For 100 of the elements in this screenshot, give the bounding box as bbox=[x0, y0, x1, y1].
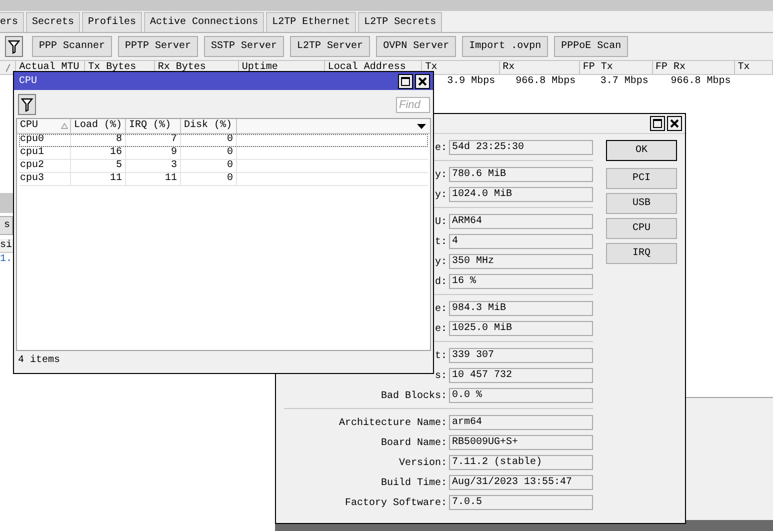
table-cell: 0 bbox=[181, 147, 237, 159]
value-field: 780.6 MiB bbox=[449, 167, 593, 182]
sort-icon bbox=[61, 123, 68, 129]
tab[interactable]: Active Connections bbox=[144, 12, 264, 32]
table-cell: 16 bbox=[71, 147, 126, 159]
maximize-button[interactable] bbox=[398, 74, 413, 88]
maximize-icon bbox=[653, 119, 662, 128]
column-header[interactable]: CPU bbox=[17, 119, 71, 133]
ok-button[interactable]: OK bbox=[606, 140, 677, 161]
table-cell: 5 bbox=[71, 160, 126, 172]
value-field: 16 % bbox=[449, 274, 593, 289]
value-field: 1025.0 MiB bbox=[449, 321, 593, 336]
table-cell: 1. bbox=[0, 253, 13, 266]
field-label: Build Time: bbox=[380, 476, 447, 490]
field-label: Board Name: bbox=[380, 436, 447, 450]
value-field: 10 457 732 bbox=[449, 368, 593, 383]
field-label: Bad Blocks: bbox=[380, 390, 447, 403]
field-label: s: bbox=[434, 370, 447, 383]
table-cell: cpu1 bbox=[19, 147, 71, 159]
column-header[interactable]: FP Rx bbox=[652, 61, 735, 74]
value-field: 4 bbox=[449, 234, 593, 249]
dialog-button[interactable]: USB bbox=[606, 193, 677, 214]
field-label: y: bbox=[434, 256, 447, 269]
value-field: 984.3 MiB bbox=[449, 301, 593, 316]
table-cell: cpu2 bbox=[19, 160, 71, 172]
toolbar-button[interactable]: PPTP Server bbox=[118, 36, 198, 57]
column-header[interactable]: Tx bbox=[734, 61, 773, 74]
table-cell: 966.8 Mbps bbox=[670, 75, 731, 88]
value-field: 7.11.2 (stable) bbox=[449, 455, 593, 470]
field-label: e: bbox=[434, 142, 447, 155]
table-row[interactable]: cpu1 16 9 0 bbox=[19, 147, 428, 160]
field-label: t: bbox=[434, 350, 447, 363]
column-header[interactable]: si bbox=[0, 239, 13, 253]
toolbar-button[interactable]: PPPoE Scan bbox=[554, 36, 628, 57]
filter-button[interactable] bbox=[18, 94, 36, 115]
value-field: 0.0 % bbox=[449, 388, 593, 403]
value-field: 1024.0 MiB bbox=[449, 187, 593, 202]
column-header[interactable]: IRQ (%) bbox=[126, 119, 181, 133]
column-header[interactable]: Disk (%) bbox=[181, 119, 237, 133]
table-cell: 9 bbox=[126, 147, 181, 159]
table-row[interactable]: cpu3 11 11 0 bbox=[19, 173, 428, 186]
table-cell: 0 bbox=[181, 173, 237, 185]
table-cell: 3 bbox=[126, 160, 181, 172]
dialog-button[interactable]: PCI bbox=[606, 168, 677, 189]
close-button[interactable] bbox=[415, 74, 430, 88]
close-button[interactable] bbox=[667, 116, 682, 131]
table-cell: 11 bbox=[71, 173, 126, 185]
tab[interactable]: L2TP Secrets bbox=[358, 12, 442, 32]
field-label: Version: bbox=[398, 456, 447, 470]
filter-icon bbox=[8, 40, 20, 54]
table-cell: cpu0 bbox=[19, 134, 71, 146]
value-field: 339 307 bbox=[449, 348, 593, 363]
value-field: 350 MHz bbox=[449, 254, 593, 269]
tab[interactable]: Secrets bbox=[26, 12, 80, 32]
column-header[interactable]: FP Tx bbox=[580, 61, 653, 74]
dialog-button[interactable]: IRQ bbox=[606, 243, 677, 264]
field-label: d: bbox=[434, 276, 447, 289]
toolbar-button[interactable]: Import .ovpn bbox=[462, 36, 548, 57]
value-field: ARM64 bbox=[449, 214, 593, 229]
value-field: Aug/31/2023 13:55:47 bbox=[449, 475, 593, 490]
value-field: 7.0.5 bbox=[449, 495, 593, 510]
value-field: RB5009UG+S+ bbox=[449, 435, 593, 450]
toolbar-button[interactable]: SSTP Server bbox=[204, 36, 284, 57]
dialog-button[interactable]: CPU bbox=[606, 218, 677, 239]
filter-button[interactable] bbox=[5, 36, 23, 57]
filter-icon bbox=[21, 98, 33, 112]
table-cell: 3.9 Mbps bbox=[447, 75, 496, 88]
tab[interactable]: ers bbox=[0, 12, 24, 32]
table-cell: 3.7 Mbps bbox=[600, 75, 648, 88]
close-icon bbox=[670, 119, 679, 128]
toolbar-button[interactable]: OVPN Server bbox=[376, 36, 456, 57]
column-header[interactable]: Load (%) bbox=[71, 119, 126, 133]
value-field: arm64 bbox=[449, 415, 593, 430]
toolbar-button[interactable]: s bbox=[0, 216, 13, 235]
table-row[interactable]: cpu2 5 3 0 bbox=[19, 160, 428, 173]
table-cell: 0 bbox=[181, 160, 237, 172]
close-icon bbox=[418, 76, 427, 86]
window-title: CPU bbox=[19, 76, 38, 86]
value-field: 54d 23:25:30 bbox=[449, 140, 593, 155]
column-header[interactable]: Rx bbox=[500, 61, 580, 74]
table-cell: cpu3 bbox=[19, 173, 71, 185]
field-label: U: bbox=[434, 216, 447, 229]
find-field[interactable]: Find bbox=[396, 96, 430, 112]
field-label: e: bbox=[434, 303, 447, 316]
field-label: e: bbox=[434, 323, 447, 336]
maximize-button[interactable] bbox=[650, 116, 665, 131]
toolbar-button[interactable]: PPP Scanner bbox=[32, 36, 112, 57]
field-label: y: bbox=[434, 169, 447, 182]
maximize-icon bbox=[401, 76, 410, 86]
status-text: 4 items bbox=[17, 354, 62, 368]
window-title-bar bbox=[0, 193, 13, 213]
field-label: y: bbox=[434, 189, 447, 202]
dropdown-icon[interactable] bbox=[417, 124, 426, 128]
field-label: t: bbox=[434, 236, 447, 249]
tab[interactable]: L2TP Ethernet bbox=[266, 12, 356, 32]
table-cell: 0 bbox=[181, 134, 237, 146]
field-label: Factory Software: bbox=[344, 496, 447, 510]
tab[interactable]: Profiles bbox=[82, 12, 142, 32]
toolbar-button[interactable]: L2TP Server bbox=[290, 36, 370, 57]
field-label: Architecture Name: bbox=[338, 416, 447, 430]
